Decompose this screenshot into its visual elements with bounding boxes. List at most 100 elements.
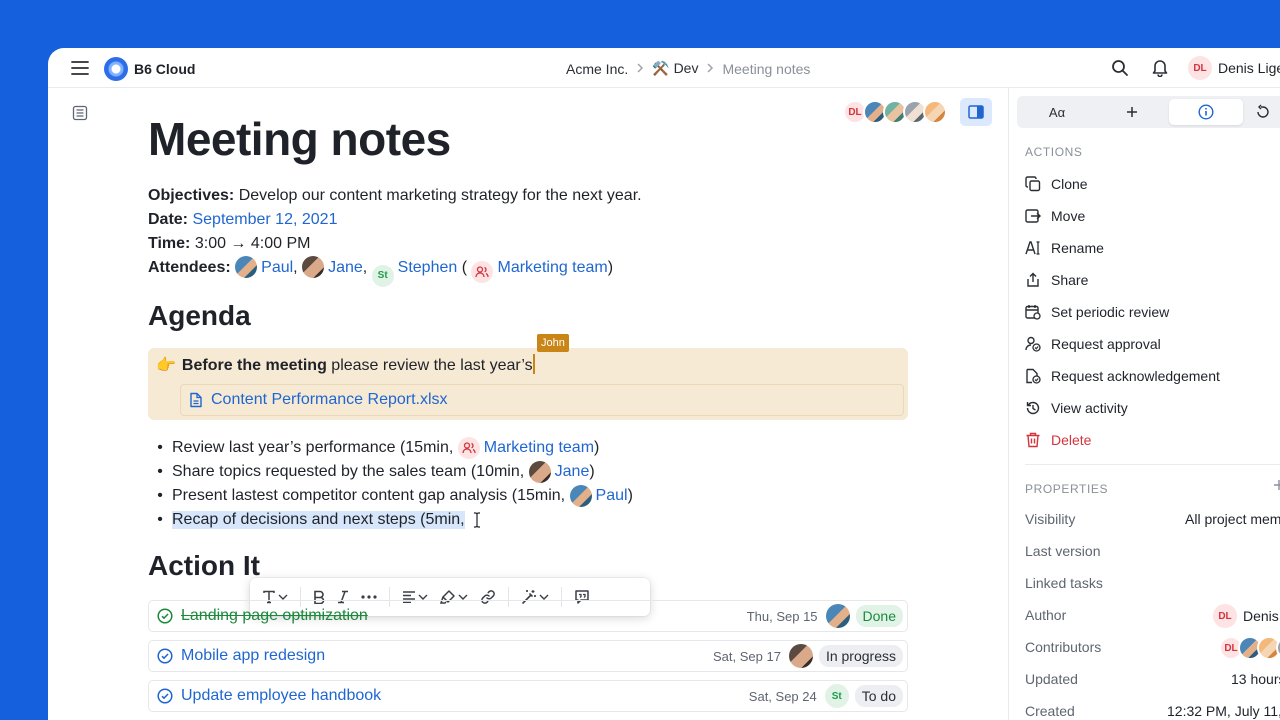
outline-icon[interactable] (70, 103, 90, 123)
action-label: Delete (1051, 432, 1092, 448)
callout-block[interactable]: John 👉 Before the meeting please review … (148, 334, 908, 420)
team-icon (457, 437, 480, 459)
task-title[interactable]: Update employee handbook (181, 687, 749, 705)
team-icon (471, 261, 494, 283)
task-due-date[interactable]: Sat, Sep 24 (749, 689, 817, 704)
list-item[interactable]: • Share topics requested by the sales te… (148, 460, 633, 484)
selected-text: Recap of decisions and next steps (5min, (172, 511, 465, 529)
share-action[interactable]: Share (1025, 268, 1088, 292)
action-label: Clone (1051, 176, 1088, 192)
breadcrumb-space[interactable]: ⚒️ Dev (652, 60, 698, 77)
mention-marketing-team[interactable]: Marketing team (484, 439, 594, 457)
avatar[interactable] (788, 644, 813, 668)
brand-logo-icon (104, 57, 128, 81)
check-circle-icon[interactable] (149, 688, 181, 704)
property-updated[interactable]: Updated 13 hours (1025, 668, 1280, 692)
file-attachment[interactable]: Content Performance Report.xlsx (180, 384, 904, 416)
delete-action[interactable]: Delete (1025, 428, 1091, 452)
list-item[interactable]: • Recap of decisions and next steps (5mi… (148, 508, 633, 532)
attendees-line[interactable]: Attendees: Paul, Jane, St Stephen ( Marke… (148, 256, 613, 287)
status-badge[interactable]: To do (854, 685, 903, 707)
text-caret (532, 354, 535, 374)
action-label: Rename (1051, 240, 1104, 256)
time-line[interactable]: Time: 3:00 → 4:00 PM (148, 232, 310, 256)
breadcrumb: Acme Inc. ⚒️ Dev Meeting notes (566, 60, 810, 77)
info-icon (1198, 104, 1214, 120)
page-title[interactable]: Meeting notes (148, 112, 451, 166)
periodic-review-action[interactable]: Set periodic review (1025, 300, 1169, 324)
avatar[interactable]: St (824, 684, 849, 708)
task-due-date[interactable]: Thu, Sep 15 (747, 609, 818, 624)
document-check-icon (1026, 368, 1041, 384)
property-visibility[interactable]: Visibility All project mem (1025, 508, 1280, 532)
view-activity-action[interactable]: View activity (1025, 396, 1128, 420)
task-row[interactable]: Update employee handbook Sat, Sep 24 St … (148, 680, 908, 712)
tab-info[interactable] (1169, 99, 1243, 125)
list-item-text: Review last year’s performance (15min, (172, 439, 454, 456)
mention-marketing-team[interactable]: Marketing team (497, 259, 607, 276)
panel-tabs: Aα (1017, 96, 1280, 128)
mention-paul[interactable]: Paul (596, 487, 628, 505)
check-circle-icon[interactable] (149, 648, 181, 664)
list-item[interactable]: • Review last year’s performance (15min,… (148, 436, 633, 460)
tab-insert[interactable] (1095, 99, 1169, 125)
property-last-version[interactable]: Last version (1025, 540, 1280, 564)
add-property-icon[interactable] (1273, 478, 1280, 496)
chevron-right-icon (636, 61, 644, 76)
menu-icon[interactable] (68, 58, 92, 78)
rename-icon (1025, 241, 1040, 255)
mention-jane[interactable]: Jane (328, 259, 363, 276)
objectives-label: Objectives: (148, 187, 235, 204)
property-linked-tasks[interactable]: Linked tasks (1025, 572, 1280, 596)
property-created[interactable]: Created 12:32 PM, July 11, (1025, 700, 1280, 720)
task-due-date[interactable]: Sat, Sep 17 (713, 649, 781, 664)
bell-icon[interactable] (1148, 58, 1172, 78)
avatar[interactable] (923, 100, 947, 124)
task-row[interactable]: Mobile app redesign Sat, Sep 17 In progr… (148, 640, 908, 672)
status-badge[interactable]: In progress (818, 645, 903, 667)
action-items-heading[interactable]: Action It (148, 550, 268, 582)
objectives-line[interactable]: Objectives: Develop our content marketin… (148, 184, 642, 208)
date-line[interactable]: Date: September 12, 2021 (148, 208, 337, 232)
task-row[interactable]: Landing page optimization Thu, Sep 15 Do… (148, 600, 908, 632)
document-area: DL Meeting notes Objectives: Develop our… (48, 88, 1008, 720)
brand[interactable]: B6 Cloud (104, 57, 195, 81)
move-action[interactable]: Move (1025, 204, 1085, 228)
avatar: DL (1213, 604, 1237, 628)
pointing-hand-icon: 👉 (156, 356, 176, 374)
property-contributors[interactable]: Contributors DL (1025, 636, 1280, 660)
list-item[interactable]: • Present lastest competitor content gap… (148, 484, 633, 508)
details-panel: Aα ACTIONS Clone Move Rename Share Set p… (1008, 88, 1280, 720)
calendar-refresh-icon (1025, 305, 1041, 320)
status-badge[interactable]: Done (855, 605, 903, 627)
file-icon (190, 392, 202, 408)
callout-body: please review the last year’s (331, 357, 533, 374)
panel-toggle-button[interactable] (960, 98, 992, 126)
task-title[interactable]: Mobile app redesign (181, 647, 713, 665)
avatar[interactable] (825, 604, 850, 628)
tab-typography[interactable]: Aα (1020, 99, 1094, 125)
request-approval-action[interactable]: Request approval (1025, 332, 1161, 356)
rename-action[interactable]: Rename (1025, 236, 1104, 260)
app-window: B6 Cloud Acme Inc. ⚒️ Dev Meeting notes … (48, 48, 1280, 720)
mention-jane[interactable]: Jane (555, 463, 590, 481)
agenda-heading[interactable]: Agenda (148, 300, 251, 332)
mention-stephen[interactable]: Stephen (398, 259, 458, 276)
contributor-avatars[interactable]: DL (1219, 636, 1280, 660)
search-icon[interactable] (1108, 58, 1132, 78)
action-label: Move (1051, 208, 1086, 224)
clone-action[interactable]: Clone (1025, 172, 1088, 196)
request-acknowledgement-action[interactable]: Request acknowledgement (1025, 364, 1220, 388)
date-label: Date: (148, 211, 189, 228)
breadcrumb-org[interactable]: Acme Inc. (566, 61, 628, 77)
brand-name: B6 Cloud (134, 61, 196, 77)
tab-history[interactable] (1243, 99, 1280, 125)
callout-text[interactable]: 👉 Before the meeting please review the l… (156, 354, 535, 375)
property-author[interactable]: Author DL Denis (1025, 604, 1280, 628)
mention-paul[interactable]: Paul (261, 259, 293, 276)
attendees-label: Attendees: (148, 259, 231, 276)
date-link[interactable]: September 12, 2021 (192, 211, 337, 228)
user-menu[interactable]: DL Denis Lige (1188, 56, 1280, 80)
check-circle-icon[interactable] (149, 608, 181, 624)
task-title[interactable]: Landing page optimization (181, 607, 747, 625)
